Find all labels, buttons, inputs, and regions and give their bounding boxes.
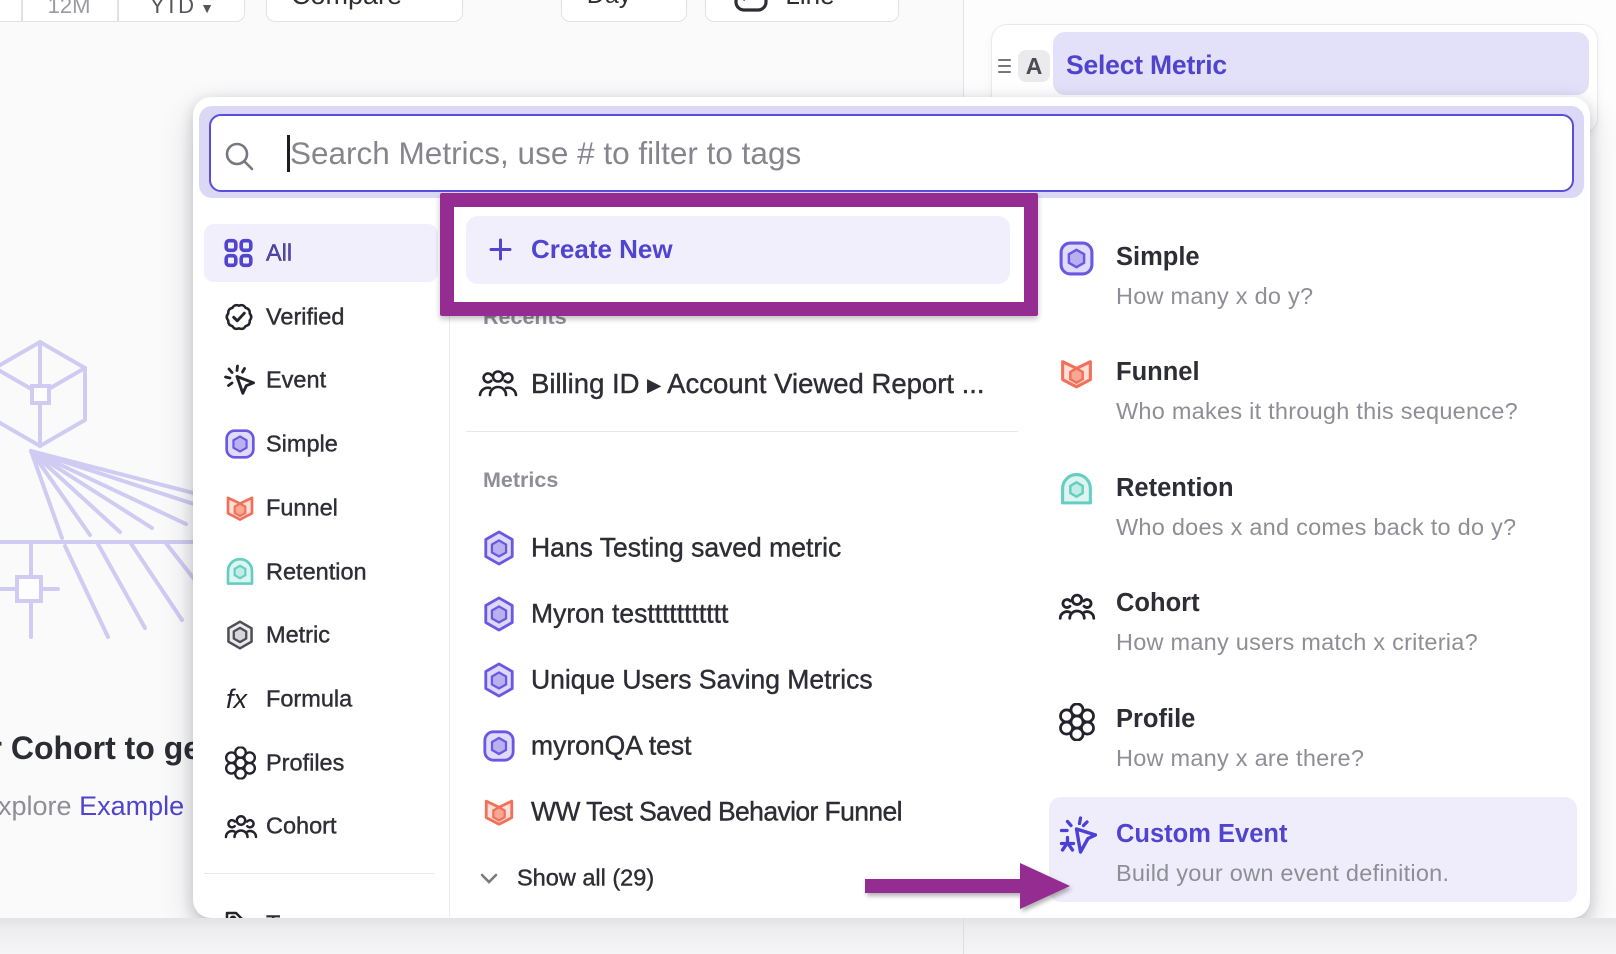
svg-text:fx: fx [226, 684, 249, 714]
